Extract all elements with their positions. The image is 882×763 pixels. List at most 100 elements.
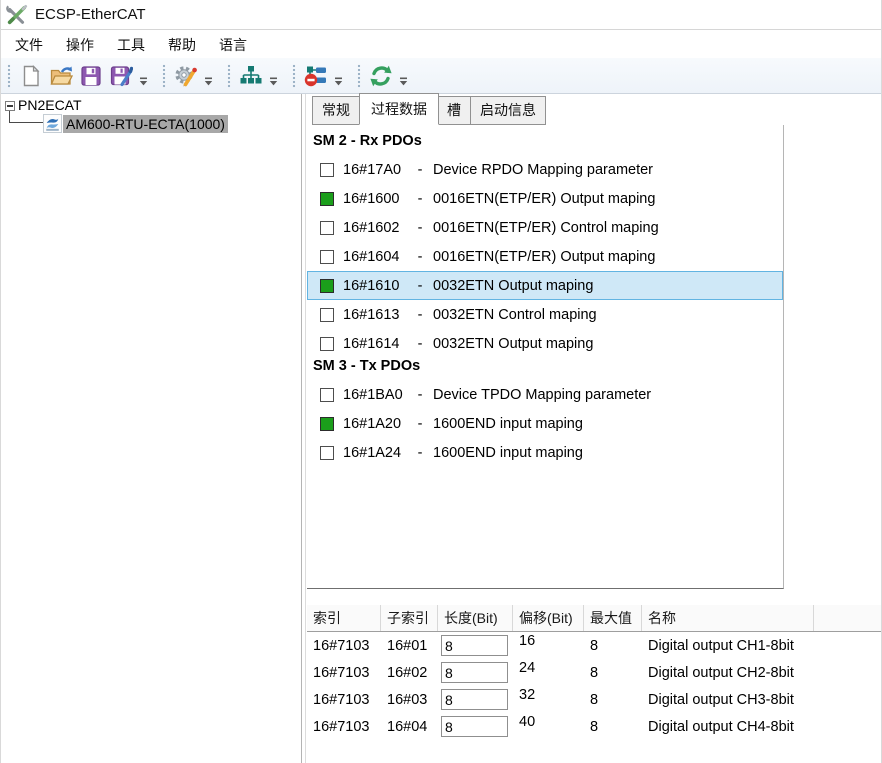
pdo-name: 0032ETN Output maping <box>433 336 593 352</box>
tab-process-data[interactable]: 过程数据 <box>359 93 439 125</box>
tab-slot[interactable]: 槽 <box>438 96 471 125</box>
menu-help[interactable]: 帮助 <box>166 32 198 58</box>
pdo-row-1ba0[interactable]: 16#1BA0 - Device TPDO Mapping parameter <box>307 380 783 409</box>
remove-group-dropdown-icon[interactable] <box>334 77 343 86</box>
pdo-checkbox-checked[interactable] <box>320 192 334 206</box>
pdo-checkbox[interactable] <box>320 388 334 402</box>
pdo-dash: - <box>407 220 433 236</box>
length-input[interactable] <box>441 662 508 683</box>
scan-topology-button[interactable] <box>237 62 265 90</box>
settings-group-dropdown-icon[interactable] <box>204 77 213 86</box>
pdo-row-1610-selected[interactable]: 16#1610 - 0032ETN Output maping <box>307 271 783 300</box>
cell-name: Digital output CH2-8bit <box>648 665 794 681</box>
file-group-dropdown-icon[interactable] <box>139 77 148 86</box>
toolbar-grip[interactable] <box>357 64 361 88</box>
column-header-name[interactable]: 名称 <box>642 605 814 631</box>
save-as-button[interactable] <box>107 62 135 90</box>
tree-collapse-toggle[interactable] <box>5 101 15 111</box>
pdo-checkbox-checked[interactable] <box>320 279 334 293</box>
pdo-checkbox[interactable] <box>320 308 334 322</box>
pdo-checkbox[interactable] <box>320 221 334 235</box>
pdo-list-panel: SM 2 - Rx PDOs 16#17A0 - Device RPDO Map… <box>307 125 784 589</box>
length-input[interactable] <box>441 635 508 656</box>
save-as-icon <box>109 64 133 88</box>
pdo-row-1600[interactable]: 16#1600 - 0016ETN(ETP/ER) Output maping <box>307 184 783 213</box>
table-header-row: 索引 子索引 长度(Bit) 偏移(Bit) 最大值 名称 <box>307 605 881 632</box>
save-button[interactable] <box>77 62 105 90</box>
device-logo-icon <box>43 114 62 133</box>
settings-edit-button[interactable] <box>172 62 200 90</box>
pdo-name: 0016ETN(ETP/ER) Control maping <box>433 220 659 236</box>
pdo-name: 0032ETN Output maping <box>433 278 593 294</box>
pdo-dash: - <box>407 387 433 403</box>
length-input[interactable] <box>441 716 508 737</box>
new-file-button[interactable] <box>17 62 45 90</box>
pdo-checkbox-checked[interactable] <box>320 417 334 431</box>
toolbar-group-topology <box>225 62 280 90</box>
pdo-checkbox[interactable] <box>320 446 334 460</box>
pdo-row-17a0[interactable]: 16#17A0 - Device RPDO Mapping parameter <box>307 155 783 184</box>
refresh-group-dropdown-icon[interactable] <box>399 77 408 86</box>
window-title: ECSP-EtherCAT <box>35 6 146 23</box>
tab-startup-info[interactable]: 启动信息 <box>471 96 546 125</box>
toolbar-group-file <box>5 62 150 90</box>
column-header-offset[interactable]: 偏移(Bit) <box>513 605 584 631</box>
pdo-index: 16#1614 <box>343 336 407 352</box>
cell-offset: 24 <box>513 659 584 686</box>
pdo-row-1602[interactable]: 16#1602 - 0016ETN(ETP/ER) Control maping <box>307 213 783 242</box>
column-header-max[interactable]: 最大值 <box>584 605 642 631</box>
pdo-index: 16#1600 <box>343 191 407 207</box>
length-input[interactable] <box>441 689 508 710</box>
toolbar-grip[interactable] <box>7 64 11 88</box>
scan-topology-icon <box>239 64 263 88</box>
pdo-index: 16#17A0 <box>343 162 407 178</box>
pdo-index: 16#1A24 <box>343 445 407 461</box>
cell-name: Digital output CH3-8bit <box>648 692 794 708</box>
remove-device-button[interactable] <box>302 62 330 90</box>
pdo-name: 0016ETN(ETP/ER) Output maping <box>433 249 655 265</box>
cell-offset: 16 <box>513 632 584 659</box>
pdo-row-1614[interactable]: 16#1614 - 0032ETN Output maping <box>307 329 783 358</box>
device-detail-panel: 常规 过程数据 槽 启动信息 SM 2 - Rx PDOs 16#17A0 - … <box>307 94 881 763</box>
pdo-row-1604[interactable]: 16#1604 - 0016ETN(ETP/ER) Output maping <box>307 242 783 271</box>
main-area: PN2ECAT AM600-RTU-ECTA(1000) 常规 过程数据 槽 启… <box>1 94 881 763</box>
cell-subindex: 16#04 <box>381 713 438 740</box>
tab-general[interactable]: 常规 <box>312 96 360 125</box>
toolbar-grip[interactable] <box>227 64 231 88</box>
pdo-index: 16#1604 <box>343 249 407 265</box>
refresh-button[interactable] <box>367 62 395 90</box>
cell-name: Digital output CH4-8bit <box>648 719 794 735</box>
menu-operation[interactable]: 操作 <box>64 32 96 58</box>
menu-file[interactable]: 文件 <box>13 32 45 58</box>
toolbar-grip[interactable] <box>162 64 166 88</box>
pdo-row-1613[interactable]: 16#1613 - 0032ETN Control maping <box>307 300 783 329</box>
tree-device-node[interactable]: AM600-RTU-ECTA(1000) <box>43 114 228 133</box>
table-header-filler <box>814 605 881 631</box>
new-file-icon <box>19 64 43 88</box>
pdo-name: 1600END input maping <box>433 416 583 432</box>
table-row-ch1[interactable]: 16#7103 16#01 16 8 Digital output CH1-8b… <box>307 632 881 659</box>
column-header-length[interactable]: 长度(Bit) <box>438 605 513 631</box>
column-header-index[interactable]: 索引 <box>307 605 381 631</box>
menu-language[interactable]: 语言 <box>217 32 249 58</box>
pdo-checkbox[interactable] <box>320 163 334 177</box>
pdo-checkbox[interactable] <box>320 337 334 351</box>
table-row-ch4[interactable]: 16#7103 16#04 40 8 Digital output CH4-8b… <box>307 713 881 740</box>
open-project-button[interactable] <box>47 62 75 90</box>
cell-index: 16#7103 <box>307 713 381 740</box>
pdo-row-1a20[interactable]: 16#1A20 - 1600END input maping <box>307 409 783 438</box>
toolbar-grip[interactable] <box>292 64 296 88</box>
toolbar-group-remove <box>290 62 345 90</box>
pdo-checkbox[interactable] <box>320 250 334 264</box>
table-row-ch2[interactable]: 16#7103 16#02 24 8 Digital output CH2-8b… <box>307 659 881 686</box>
table-row-ch3[interactable]: 16#7103 16#03 32 8 Digital output CH3-8b… <box>307 686 881 713</box>
pdo-index: 16#1613 <box>343 307 407 323</box>
tree-device-label[interactable]: AM600-RTU-ECTA(1000) <box>63 115 228 133</box>
column-header-subindex[interactable]: 子索引 <box>381 605 438 631</box>
cell-offset: 40 <box>513 713 584 740</box>
pdo-row-1a24[interactable]: 16#1A24 - 1600END input maping <box>307 438 783 467</box>
menu-tools[interactable]: 工具 <box>115 32 147 58</box>
cell-max: 8 <box>584 713 642 740</box>
topology-group-dropdown-icon[interactable] <box>269 77 278 86</box>
mapping-entries-table: 索引 子索引 长度(Bit) 偏移(Bit) 最大值 名称 16#7103 16… <box>307 605 881 763</box>
